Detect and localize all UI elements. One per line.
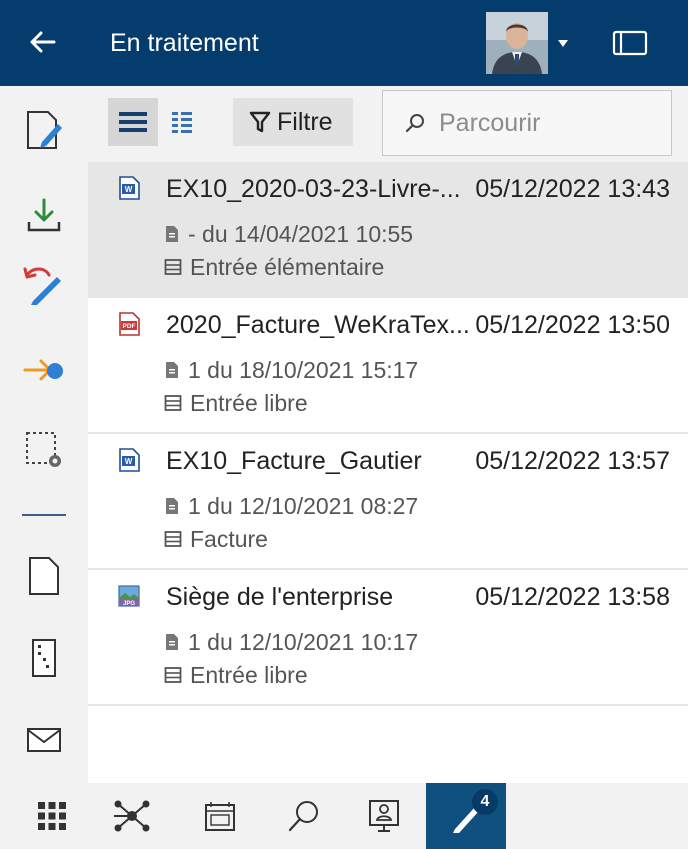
action-sidebar — [0, 86, 88, 783]
search-icon — [288, 801, 318, 832]
document-name: 2020_Facture_WeKraTex... — [166, 311, 470, 339]
chevron-down-icon[interactable] — [556, 36, 570, 50]
document-version: 1 du 12/10/2021 08:27 — [164, 490, 418, 522]
undo-checkout-icon — [23, 267, 61, 305]
list-view-icon — [119, 112, 147, 132]
mask-text: Entrée élémentaire — [190, 254, 385, 280]
document-row[interactable]: W EX10_Facture_Gautier 05/12/2022 13:57 … — [88, 434, 688, 570]
download-button[interactable] — [14, 186, 74, 246]
select-settings-icon — [26, 432, 61, 467]
document-name: Siège de l'enterprise — [166, 583, 394, 611]
version-text: 1 du 12/10/2021 10:17 — [188, 629, 419, 655]
mask-icon — [164, 667, 182, 683]
tile-in-progress-button[interactable]: 4 — [426, 783, 506, 849]
jpg-file-icon: JPG — [118, 585, 140, 607]
document-date: 05/12/2022 13:43 — [475, 175, 670, 203]
elo-archive-icon — [205, 802, 235, 831]
document-row[interactable]: PDF 2020_Facture_WeKraTex... 05/12/2022 … — [88, 298, 688, 434]
mask-icon — [164, 395, 182, 411]
version-icon — [166, 362, 178, 378]
search-input[interactable] — [439, 108, 649, 138]
file-type-label: JPG — [123, 601, 135, 607]
document-mask: Entrée libre — [164, 659, 308, 691]
detail-view-toggle[interactable] — [162, 98, 202, 146]
version-icon — [166, 498, 178, 514]
file-type-label: W — [125, 185, 133, 194]
document-date: 05/12/2022 13:57 — [475, 447, 670, 475]
list-view-toggle[interactable] — [108, 98, 158, 146]
undo-checkout-button[interactable] — [14, 256, 74, 316]
file-type-label: W — [125, 457, 133, 466]
document-mask: Entrée élémentaire — [164, 251, 384, 283]
window-mode-button[interactable] — [608, 26, 652, 60]
document-row[interactable]: W EX10_2020-03-23-Livre-... 05/12/2022 1… — [88, 162, 688, 298]
version-icon — [166, 226, 178, 242]
word-file-icon: W — [119, 448, 140, 472]
mask-text: Entrée libre — [190, 390, 308, 416]
document-row[interactable]: JPG Siège de l'enterprise 05/12/2022 13:… — [88, 570, 688, 706]
document-date: 05/12/2022 13:58 — [475, 583, 670, 611]
user-photo-icon — [486, 12, 548, 74]
filter-label: Filtre — [277, 107, 333, 136]
arrow-left-icon — [30, 31, 56, 53]
sidebar-divider — [22, 514, 66, 516]
new-folder-button[interactable] — [14, 628, 74, 688]
tile-network-button[interactable] — [92, 783, 172, 849]
filter-button[interactable]: Filtre — [233, 98, 353, 146]
version-text: - du 14/04/2021 10:55 — [188, 221, 414, 247]
app-header: En traitement — [0, 0, 688, 86]
word-file-icon: W — [119, 176, 140, 200]
version-text: 1 du 12/10/2021 08:27 — [188, 493, 419, 519]
apps-grid-icon — [38, 802, 66, 830]
download-icon — [27, 198, 61, 232]
mail-icon — [27, 728, 61, 752]
pdf-file-icon: PDF — [119, 312, 140, 336]
window-icon — [612, 30, 648, 56]
send-mail-button[interactable] — [14, 710, 74, 770]
new-folder-icon — [32, 639, 56, 677]
forward-workflow-icon — [23, 359, 63, 381]
document-list: W EX10_2020-03-23-Livre-... 05/12/2022 1… — [88, 162, 688, 783]
document-mask: Facture — [164, 523, 268, 555]
in-progress-badge: 4 — [472, 789, 498, 815]
mask-icon — [164, 259, 182, 275]
version-text: 1 du 18/10/2021 15:17 — [188, 357, 419, 383]
document-version: 1 du 12/10/2021 10:17 — [164, 626, 418, 658]
document-version: 1 du 18/10/2021 15:17 — [164, 354, 418, 386]
list-toolbar: Filtre — [88, 86, 688, 162]
mask-icon — [164, 531, 182, 547]
page-title: En traitement — [110, 29, 259, 57]
presentation-icon — [369, 800, 399, 832]
document-version: - du 14/04/2021 10:55 — [164, 218, 413, 250]
tile-presentation-button[interactable] — [344, 783, 424, 849]
edit-document-icon — [27, 111, 62, 149]
document-date: 05/12/2022 13:50 — [475, 311, 670, 339]
document-name: EX10_Facture_Gautier — [166, 447, 422, 475]
mask-text: Entrée libre — [190, 662, 308, 688]
search-icon — [405, 114, 424, 133]
user-avatar[interactable] — [486, 12, 548, 74]
detail-view-icon — [172, 112, 192, 133]
document-mask: Entrée libre — [164, 387, 308, 419]
tile-search-button[interactable] — [264, 783, 344, 849]
back-button[interactable] — [22, 22, 62, 62]
select-settings-button[interactable] — [14, 420, 74, 480]
tile-apps-button[interactable] — [12, 783, 92, 849]
forward-workflow-button[interactable] — [14, 340, 74, 400]
mask-text: Facture — [190, 526, 268, 552]
edit-document-button[interactable] — [14, 100, 74, 160]
file-type-label: PDF — [123, 323, 136, 330]
document-name: EX10_2020-03-23-Livre-... — [166, 175, 461, 203]
network-icon — [114, 800, 150, 832]
filter-icon — [249, 111, 271, 133]
tile-archive-button[interactable] — [180, 783, 260, 849]
new-document-button[interactable] — [14, 546, 74, 606]
bottom-navigation: 4 — [0, 783, 688, 849]
new-document-icon — [29, 557, 59, 595]
version-icon — [166, 634, 178, 650]
search-box[interactable] — [382, 90, 672, 156]
